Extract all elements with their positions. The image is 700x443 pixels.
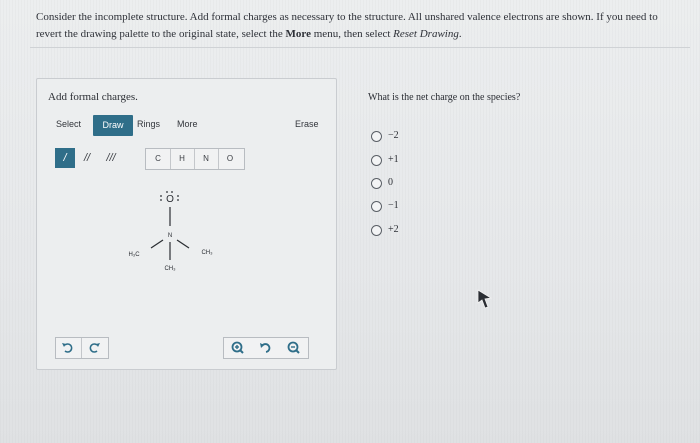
option-label: −1 xyxy=(388,200,399,211)
redo-button[interactable] xyxy=(82,338,107,358)
atom-n-button[interactable]: N xyxy=(194,149,219,169)
panel-title: Add formal charges. xyxy=(48,91,138,103)
n-left-bond xyxy=(150,239,164,249)
undo-button[interactable] xyxy=(56,338,82,358)
drawing-panel: Add formal charges. Select Draw Rings Mo… xyxy=(36,78,337,370)
atom-c-button[interactable]: C xyxy=(146,149,171,169)
option-plus-1[interactable]: +1 xyxy=(371,154,431,169)
zoom-in-icon xyxy=(231,341,244,354)
atom-o-button[interactable]: O xyxy=(218,149,242,169)
option-label: +1 xyxy=(388,154,399,165)
atom-buttons: C H N O xyxy=(145,148,245,170)
reset-phrase: Reset Drawing xyxy=(393,28,459,40)
radio-button[interactable] xyxy=(371,155,382,166)
option-minus-1[interactable]: −1 xyxy=(371,200,431,215)
more-word: More xyxy=(285,28,311,40)
mc-prompt: What is the net charge on the species? xyxy=(368,92,521,103)
lone-pair-dot xyxy=(160,195,162,197)
rings-tab[interactable]: Rings xyxy=(137,119,160,129)
atom-h-button[interactable]: H xyxy=(170,149,195,169)
lone-pair-dot xyxy=(160,199,162,201)
question-text: Consider the incomplete structure. Add f… xyxy=(36,11,658,40)
option-0[interactable]: 0 xyxy=(371,177,431,192)
oxygen-atom: O xyxy=(166,194,174,205)
single-bond-button[interactable]: / xyxy=(55,148,75,168)
bottom-methyl: CH₃ xyxy=(164,266,176,272)
lone-pair-dot xyxy=(171,191,173,193)
toolbar: Select Draw Rings More Erase xyxy=(49,115,327,137)
tools-row: / // /// C H N O xyxy=(55,148,285,170)
option-label: −2 xyxy=(388,130,399,141)
select-tab[interactable]: Select xyxy=(56,119,81,129)
radio-button[interactable] xyxy=(371,178,382,189)
double-bond-button[interactable]: // xyxy=(77,148,97,168)
more-menu[interactable]: More xyxy=(177,119,198,129)
redo-icon xyxy=(89,343,100,353)
divider xyxy=(30,47,690,48)
zoom-in-button[interactable] xyxy=(224,338,252,358)
option-label: 0 xyxy=(388,177,393,188)
mouse-cursor-icon xyxy=(477,289,493,309)
lone-pair-dot xyxy=(177,199,179,201)
reset-zoom-icon xyxy=(260,343,271,353)
erase-button[interactable]: Erase xyxy=(295,119,319,129)
right-methyl: CH₃ xyxy=(201,250,213,256)
molecule-structure[interactable]: O N H₃C CH₃ CH₃ xyxy=(107,184,247,294)
option-minus-2[interactable]: −2 xyxy=(371,130,431,145)
reset-zoom-button[interactable] xyxy=(252,338,280,358)
triple-bond-button[interactable]: /// xyxy=(101,148,121,168)
radio-button[interactable] xyxy=(371,225,382,236)
history-buttons xyxy=(55,337,109,359)
lone-pair-dot xyxy=(166,191,168,193)
radio-button[interactable] xyxy=(371,131,382,142)
option-label: +2 xyxy=(388,224,399,235)
n-right-bond xyxy=(176,239,190,249)
left-methyl: H₃C xyxy=(128,252,140,258)
draw-tab[interactable]: Draw xyxy=(93,115,133,136)
nitrogen-atom: N xyxy=(168,233,172,239)
zoom-out-icon xyxy=(287,341,300,354)
radio-button[interactable] xyxy=(371,201,382,212)
lone-pair-dot xyxy=(177,195,179,197)
option-plus-2[interactable]: +2 xyxy=(371,224,431,239)
undo-icon xyxy=(62,343,73,353)
zoom-buttons xyxy=(223,337,309,359)
zoom-out-button[interactable] xyxy=(280,338,308,358)
